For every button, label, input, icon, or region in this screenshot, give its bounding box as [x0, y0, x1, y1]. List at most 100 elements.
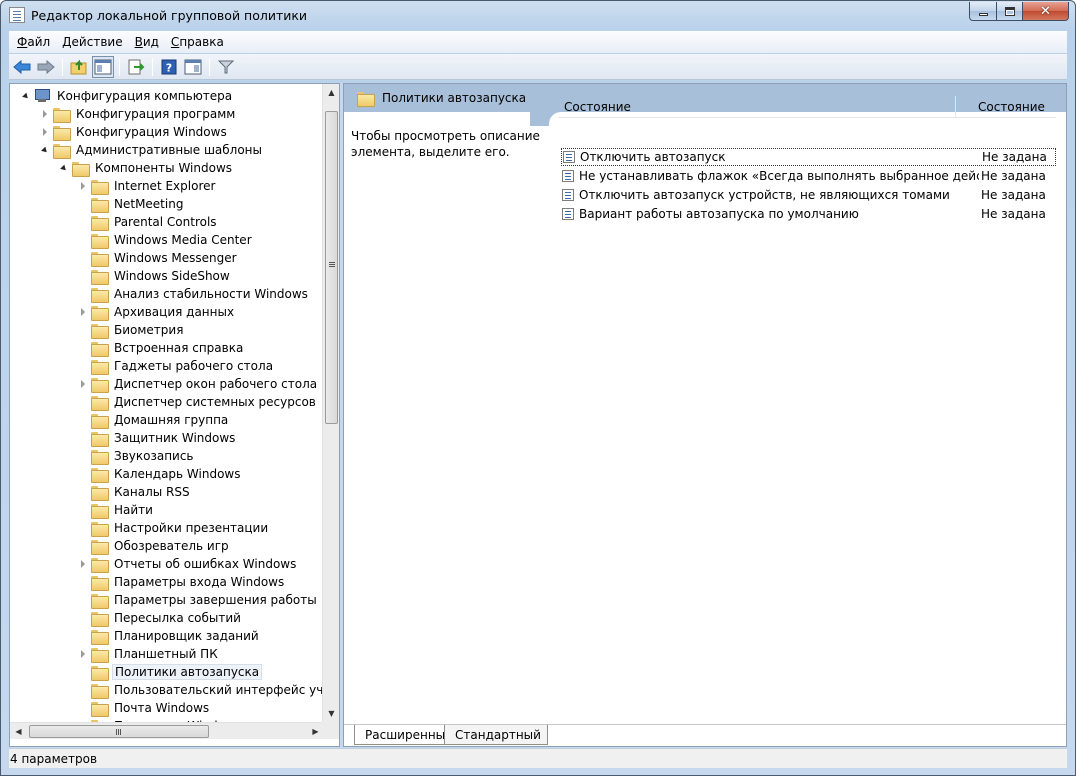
menu-bar: Файл Действие Вид Справка: [9, 31, 1067, 53]
tree-item[interactable]: Биометрия: [77, 321, 185, 339]
filter-button[interactable]: [215, 56, 237, 78]
tree-item[interactable]: Звукозапись: [77, 447, 196, 465]
expand-arrow-icon[interactable]: [39, 126, 51, 138]
menu-help[interactable]: Справка: [165, 35, 230, 49]
expand-arrow-icon[interactable]: [39, 108, 51, 120]
menu-action[interactable]: Действие: [56, 35, 128, 49]
tree-item[interactable]: Отчеты об ошибках Windows: [77, 555, 298, 573]
tree-item[interactable]: Конфигурация программ: [39, 105, 237, 123]
tree-item-label: Windows Messenger: [114, 251, 237, 265]
description-text: Чтобы просмотреть описание элемента, выд…: [351, 129, 540, 159]
scroll-down-arrow-icon[interactable]: ▼: [323, 705, 339, 722]
expand-arrow-icon[interactable]: [77, 306, 89, 318]
show-hide-action-pane-button[interactable]: [182, 56, 204, 78]
tree-item[interactable]: Административные шаблоны: [39, 141, 264, 159]
help-button[interactable]: ?: [158, 56, 180, 78]
tree-item-label: Parental Controls: [114, 215, 217, 229]
tree-horizontal-scrollbar[interactable]: ◀ ▶: [10, 722, 324, 739]
tree-vertical-scrollbar[interactable]: ▲ ▼: [322, 84, 339, 722]
tree-item[interactable]: NetMeeting: [77, 195, 185, 213]
folder-icon: [91, 233, 109, 249]
tree-item[interactable]: Обозреватель игр: [77, 537, 231, 555]
tree-item[interactable]: Настройки презентации: [77, 519, 270, 537]
maximize-button[interactable]: [997, 2, 1023, 21]
expand-arrow-icon[interactable]: [77, 180, 89, 192]
tree-item-label: Windows SideShow: [114, 269, 230, 283]
list-item[interactable]: Не устанавливать флажок «Всегда выполнят…: [561, 167, 1056, 185]
export-list-button[interactable]: [125, 56, 147, 78]
tree-item[interactable]: Домашняя группа: [77, 411, 230, 429]
tree-item[interactable]: Windows SideShow: [77, 267, 232, 285]
tree-item[interactable]: Планировщик заданий: [77, 627, 261, 645]
setting-name: Отключить автозапуск устройств, не являю…: [579, 188, 950, 202]
tree-item[interactable]: Пользовательский интерфейс учетных: [77, 681, 324, 699]
column-header-setting[interactable]: Состояние: [558, 96, 956, 117]
vertical-scroll-thumb[interactable]: [325, 111, 338, 424]
tree-item[interactable]: Архивация данных: [77, 303, 236, 321]
list-item[interactable]: Отключить автозапуск Не задана: [561, 148, 1056, 166]
show-hide-console-tree-button[interactable]: [92, 55, 114, 78]
menu-file[interactable]: Файл: [11, 35, 56, 49]
collapse-arrow-icon[interactable]: [39, 144, 51, 156]
tree-item[interactable]: Диспетчер системных ресурсов: [77, 393, 318, 411]
expand-arrow-icon[interactable]: [77, 648, 89, 660]
tree-item[interactable]: Почта Windows: [77, 699, 211, 717]
tree-item[interactable]: Анализ стабильности Windows: [77, 285, 310, 303]
collapse-arrow-icon[interactable]: [58, 162, 70, 174]
tree-item[interactable]: Windows Messenger: [77, 249, 239, 267]
policy-setting-icon: [562, 189, 574, 201]
forward-button[interactable]: [35, 56, 57, 78]
tree-item-label: Архивация данных: [114, 305, 235, 319]
expand-arrow-icon[interactable]: [77, 558, 89, 570]
folder-icon: [91, 215, 109, 231]
tree-item[interactable]: Защитник Windows: [77, 429, 237, 447]
close-button[interactable]: ✕: [1023, 2, 1069, 21]
folder-icon: [91, 665, 109, 681]
setting-name: Не устанавливать флажок «Всегда выполнят…: [579, 169, 979, 183]
tree-item-label: Звукозапись: [114, 449, 194, 463]
show-hide-tree-icon: [94, 59, 112, 74]
back-button[interactable]: [11, 56, 33, 78]
tree-item[interactable]: Конфигурация Windows: [39, 123, 229, 141]
menu-view[interactable]: Вид: [129, 35, 165, 49]
tree-item[interactable]: Планшетный ПК: [77, 645, 220, 663]
tree-item-label: Параметры входа Windows: [114, 575, 285, 589]
tab-standard[interactable]: Стандартный: [444, 725, 548, 745]
tree-item-label: Политики автозапуска: [112, 664, 263, 680]
tree-item[interactable]: Конфигурация компьютера: [20, 87, 234, 105]
tree-item[interactable]: Параметры входа Windows: [77, 573, 286, 591]
tree-item[interactable]: Политики автозапуска: [77, 663, 263, 681]
column-header-state[interactable]: Состояние: [956, 96, 1045, 117]
list-item[interactable]: Отключить автозапуск устройств, не являю…: [561, 186, 1056, 204]
horizontal-scroll-thumb[interactable]: [29, 725, 209, 738]
tree-item[interactable]: Гаджеты рабочего стола: [77, 357, 275, 375]
minimize-button[interactable]: [969, 2, 997, 21]
tree-item[interactable]: Пересылка событий: [77, 609, 243, 627]
list-item[interactable]: Вариант работы автозапуска по умолчанию Н…: [561, 205, 1056, 223]
expand-arrow-icon[interactable]: [77, 378, 89, 390]
gpedit-app-icon[interactable]: [9, 7, 25, 23]
toolbar-separator: [119, 57, 120, 76]
collapse-arrow-icon[interactable]: [20, 90, 32, 102]
tree-item[interactable]: Встроенная справка: [77, 339, 245, 357]
folder-icon: [91, 359, 109, 375]
tree-item[interactable]: Параметры завершения работы: [77, 591, 319, 609]
tree-item[interactable]: Internet Explorer: [77, 177, 217, 195]
tree-item-label: Гаджеты рабочего стола: [114, 359, 274, 373]
folder-icon: [91, 647, 109, 663]
tree-item[interactable]: Найти: [77, 501, 155, 519]
tree-item-label: Встроенная справка: [114, 341, 244, 355]
tree-item[interactable]: Диспетчер окон рабочего стола: [77, 375, 319, 393]
tree-item[interactable]: Windows Media Center: [77, 231, 254, 249]
scroll-left-arrow-icon[interactable]: ◀: [10, 723, 27, 740]
close-icon: ✕: [1040, 3, 1051, 19]
up-one-level-button[interactable]: [68, 56, 90, 78]
tree-item[interactable]: Parental Controls: [77, 213, 219, 231]
title-bar[interactable]: Редактор локальной групповой политики ✕: [1, 1, 1075, 31]
tree-item[interactable]: Компоненты Windows: [58, 159, 234, 177]
tree-item[interactable]: Календарь Windows: [77, 465, 243, 483]
scroll-up-arrow-icon[interactable]: ▲: [323, 84, 339, 101]
tree-item[interactable]: Каналы RSS: [77, 483, 192, 501]
